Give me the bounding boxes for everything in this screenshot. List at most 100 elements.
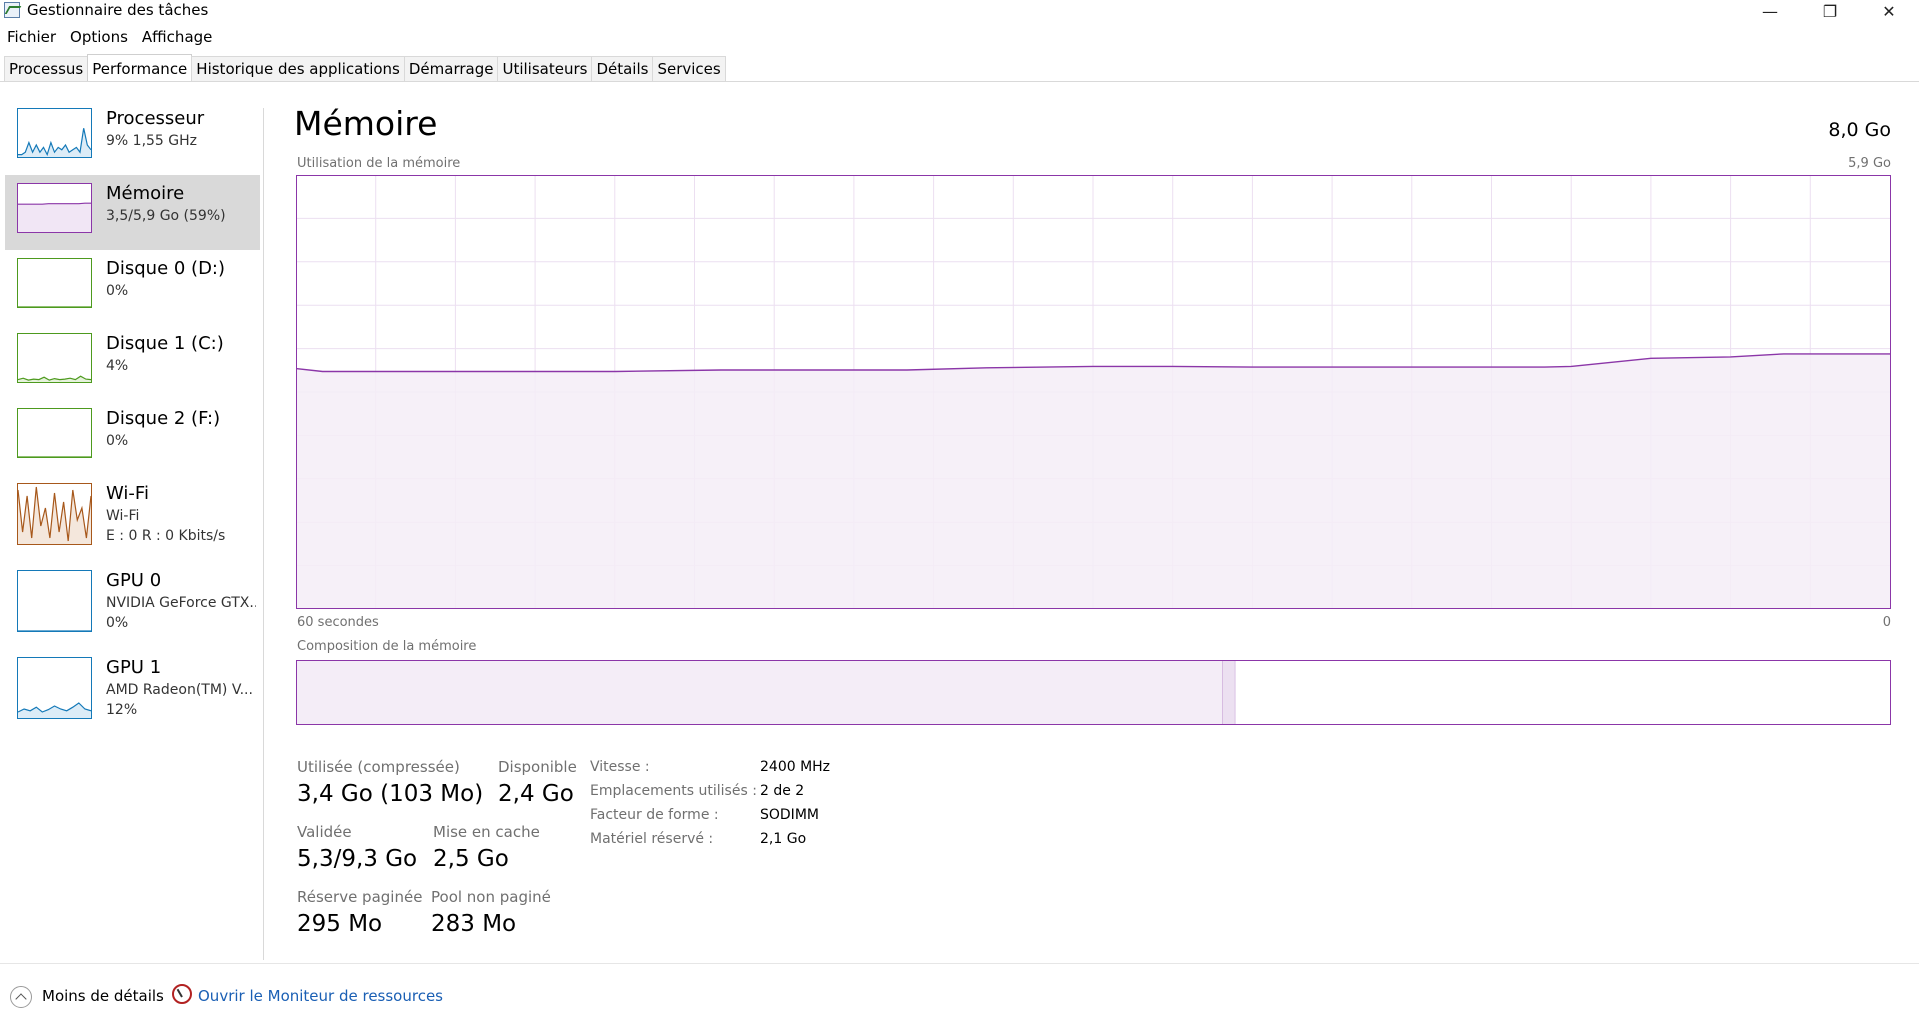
sparkline-svg bbox=[18, 202, 91, 232]
sidebar-item-name: Wi-Fi bbox=[106, 483, 149, 504]
sidebar-item-wifi[interactable]: Wi-Fi Wi-Fi E : 0 R : 0 Kbits/s bbox=[5, 475, 260, 562]
restore-button[interactable]: ❐ bbox=[1800, 0, 1860, 22]
chevron-up-icon[interactable] bbox=[10, 986, 32, 1008]
sidebar-item-detail: NVIDIA GeForce GTX... bbox=[106, 595, 256, 611]
disk0-sparkline bbox=[17, 258, 92, 308]
minimize-button[interactable]: — bbox=[1740, 0, 1800, 22]
sparkline-svg bbox=[18, 630, 91, 631]
committed-value: 5,3/9,3 Go bbox=[297, 846, 418, 872]
sidebar-item-gpu-0[interactable]: GPU 0 NVIDIA GeForce GTX... 0% bbox=[5, 562, 260, 649]
resource-monitor-link[interactable]: Ouvrir le Moniteur de ressources bbox=[198, 987, 443, 1005]
gpu1-sparkline bbox=[17, 657, 92, 719]
usage-chart-max: 5,9 Go bbox=[1848, 156, 1891, 171]
tab-utilisateurs[interactable]: Utilisateurs bbox=[497, 56, 593, 82]
composition-in-use bbox=[297, 661, 1223, 724]
sidebar-divider bbox=[263, 108, 264, 960]
used-value: 3,4 Go (103 Mo) bbox=[297, 781, 484, 807]
sidebar-item-throughput: E : 0 R : 0 Kbits/s bbox=[106, 528, 226, 544]
sparkline-svg bbox=[18, 306, 91, 307]
title-bar: Gestionnaire des tâches — ❐ ✕ bbox=[0, 0, 1919, 22]
spec-form-factor-key: Facteur de forme : bbox=[590, 807, 719, 823]
sidebar-item-name: Disque 0 (D:) bbox=[106, 258, 226, 279]
sparkline-svg bbox=[18, 702, 91, 718]
close-button[interactable]: ✕ bbox=[1859, 0, 1919, 22]
tab-performance[interactable]: Performance bbox=[87, 54, 193, 82]
less-details-link[interactable]: Moins de détails bbox=[42, 987, 164, 1005]
sidebar-item-detail: 9% 1,55 GHz bbox=[106, 133, 198, 149]
sidebar-item-disque-1[interactable]: Disque 1 (C:) 4% bbox=[5, 325, 260, 400]
sparkline-svg bbox=[18, 128, 91, 157]
tab-bar: Processus Performance Historique des app… bbox=[4, 54, 726, 82]
disk2-sparkline bbox=[17, 408, 92, 458]
sidebar-item-disque-2[interactable]: Disque 2 (F:) 0% bbox=[5, 400, 260, 475]
usage-chart-label: Utilisation de la mémoire bbox=[297, 156, 461, 171]
sparkline-svg bbox=[18, 486, 91, 544]
committed-label: Validée bbox=[297, 823, 352, 841]
tab-services[interactable]: Services bbox=[652, 56, 726, 82]
resource-monitor-icon[interactable] bbox=[172, 984, 192, 1004]
tab-details[interactable]: Détails bbox=[591, 56, 654, 82]
sidebar-item-memoire[interactable]: Mémoire 3,5/5,9 Go (59%) bbox=[5, 175, 260, 250]
cpu-sparkline bbox=[17, 108, 92, 158]
gpu0-sparkline bbox=[17, 570, 92, 632]
sparkline-svg bbox=[18, 375, 91, 382]
composition-label: Composition de la mémoire bbox=[297, 639, 477, 654]
memory-composition-bar[interactable] bbox=[296, 660, 1891, 725]
spec-form-factor-value: SODIMM bbox=[760, 807, 819, 823]
sidebar-item-name: GPU 1 bbox=[106, 657, 162, 678]
nonpaged-pool-label: Pool non paginé bbox=[431, 888, 551, 906]
sparkline-line bbox=[18, 202, 91, 205]
sidebar-item-name: Mémoire bbox=[106, 183, 185, 204]
sidebar-item-gpu-1[interactable]: GPU 1 AMD Radeon(TM) V... 12% bbox=[5, 649, 260, 736]
cached-label: Mise en cache bbox=[433, 823, 540, 841]
sidebar-item-usage: 0% bbox=[106, 615, 129, 631]
spec-reserved-value: 2,1 Go bbox=[760, 831, 807, 847]
sidebar-item-detail: 0% bbox=[106, 283, 129, 299]
menu-bar: Fichier Options Affichage bbox=[0, 27, 219, 49]
page-title: Mémoire bbox=[294, 104, 438, 143]
menu-fichier[interactable]: Fichier bbox=[0, 27, 63, 49]
memory-sparkline bbox=[17, 183, 92, 233]
spec-speed-key: Vitesse : bbox=[590, 759, 650, 775]
composition-standby bbox=[1235, 661, 1890, 724]
time-axis-end: 0 bbox=[1882, 615, 1891, 630]
sparkline-svg bbox=[18, 456, 91, 457]
memory-usage-chart bbox=[295, 175, 1891, 609]
sparkline-fill bbox=[18, 203, 91, 232]
sidebar-item-name: Processeur bbox=[106, 108, 205, 129]
tab-historique[interactable]: Historique des applications bbox=[191, 56, 405, 82]
sidebar-item-disque-0[interactable]: Disque 0 (D:) 0% bbox=[5, 250, 260, 325]
sidebar-item-name: GPU 0 bbox=[106, 570, 162, 591]
paged-pool-value: 295 Mo bbox=[297, 911, 383, 937]
tab-demarrage[interactable]: Démarrage bbox=[403, 56, 499, 82]
sidebar: Processeur 9% 1,55 GHz Mémoire 3,5/5,9 G… bbox=[5, 100, 260, 736]
disk1-sparkline bbox=[17, 333, 92, 383]
nonpaged-pool-value: 283 Mo bbox=[431, 911, 517, 937]
window-title: Gestionnaire des tâches bbox=[27, 1, 209, 19]
sidebar-item-usage: 12% bbox=[106, 702, 138, 718]
tab-processus[interactable]: Processus bbox=[4, 56, 89, 82]
time-axis-start: 60 secondes bbox=[297, 615, 379, 630]
sidebar-item-detail: 4% bbox=[106, 358, 129, 374]
memory-total: 8,0 Go bbox=[1828, 119, 1891, 141]
memory-usage-area bbox=[296, 353, 1891, 609]
spec-reserved-key: Matériel réservé : bbox=[590, 831, 714, 847]
spec-speed-value: 2400 MHz bbox=[760, 759, 831, 775]
task-manager-icon bbox=[4, 2, 20, 18]
menu-affichage[interactable]: Affichage bbox=[135, 27, 219, 49]
sidebar-item-detail: 0% bbox=[106, 433, 129, 449]
sidebar-item-processeur[interactable]: Processeur 9% 1,55 GHz bbox=[5, 100, 260, 175]
tab-divider bbox=[0, 81, 1919, 82]
sidebar-item-name: Disque 2 (F:) bbox=[106, 408, 221, 429]
spec-slots-key: Emplacements utilisés : bbox=[590, 783, 757, 799]
available-label: Disponible bbox=[498, 758, 577, 776]
sidebar-item-detail: Wi-Fi bbox=[106, 508, 140, 524]
wifi-sparkline bbox=[17, 483, 92, 545]
menu-options[interactable]: Options bbox=[63, 27, 135, 49]
memory-composition-svg bbox=[297, 661, 1890, 724]
available-value: 2,4 Go bbox=[498, 781, 574, 807]
footer-divider bbox=[0, 963, 1919, 964]
sidebar-item-detail: 3,5/5,9 Go (59%) bbox=[106, 208, 226, 224]
spec-slots-value: 2 de 2 bbox=[760, 783, 805, 799]
used-label: Utilisée (compressée) bbox=[297, 758, 460, 776]
